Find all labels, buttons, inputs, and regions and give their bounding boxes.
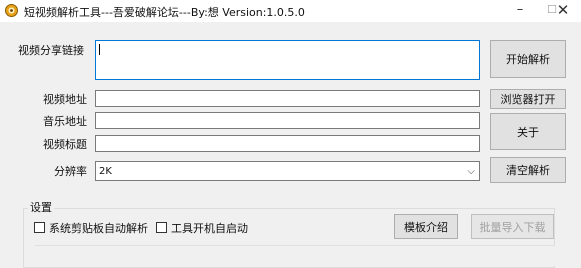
autostart-label[interactable]: 工具开机自启动 [171,220,248,236]
text-caret [99,44,100,55]
settings-group-title: 设置 [28,199,54,215]
template-intro-button[interactable]: 模板介绍 [394,214,458,239]
music-url-input[interactable] [95,112,480,129]
video-title-label: 视频标题 [43,138,87,151]
about-button[interactable]: 关于 [490,113,566,150]
close-button[interactable]: ✕ [543,0,581,22]
start-parse-button[interactable]: 开始解析 [490,40,566,78]
video-url-label: 视频地址 [43,93,87,106]
resolution-select[interactable]: 2K ⌵ [95,161,480,181]
autostart-checkbox[interactable] [156,222,167,233]
batch-import-download-button[interactable]: 批量导入下载 [471,214,554,239]
video-url-input[interactable] [95,90,480,107]
clipboard-auto-parse-checkbox[interactable] [34,222,45,233]
window-title: 短视频解析工具---吾爱破解论坛---By:想 Version:1.0.5.0 [24,6,305,19]
clipboard-auto-parse-label[interactable]: 系统剪贴板自动解析 [49,220,148,236]
resolution-value: 2K [99,166,112,177]
clear-parse-button[interactable]: 清空解析 [490,157,566,183]
music-url-label: 音乐地址 [43,115,87,128]
app-logo-icon [5,4,18,17]
share-link-label: 视频分享链接 [18,44,84,57]
share-link-input[interactable] [95,40,480,80]
open-browser-button[interactable]: 浏览器打开 [490,89,566,109]
video-title-input[interactable] [95,135,480,152]
settings-inner-panel [35,245,555,266]
title-bar[interactable]: 短视频解析工具---吾爱破解论坛---By:想 Version:1.0.5.0 … [0,0,581,22]
chevron-down-icon: ⌵ [467,166,475,177]
resolution-label: 分辨率 [54,165,87,178]
